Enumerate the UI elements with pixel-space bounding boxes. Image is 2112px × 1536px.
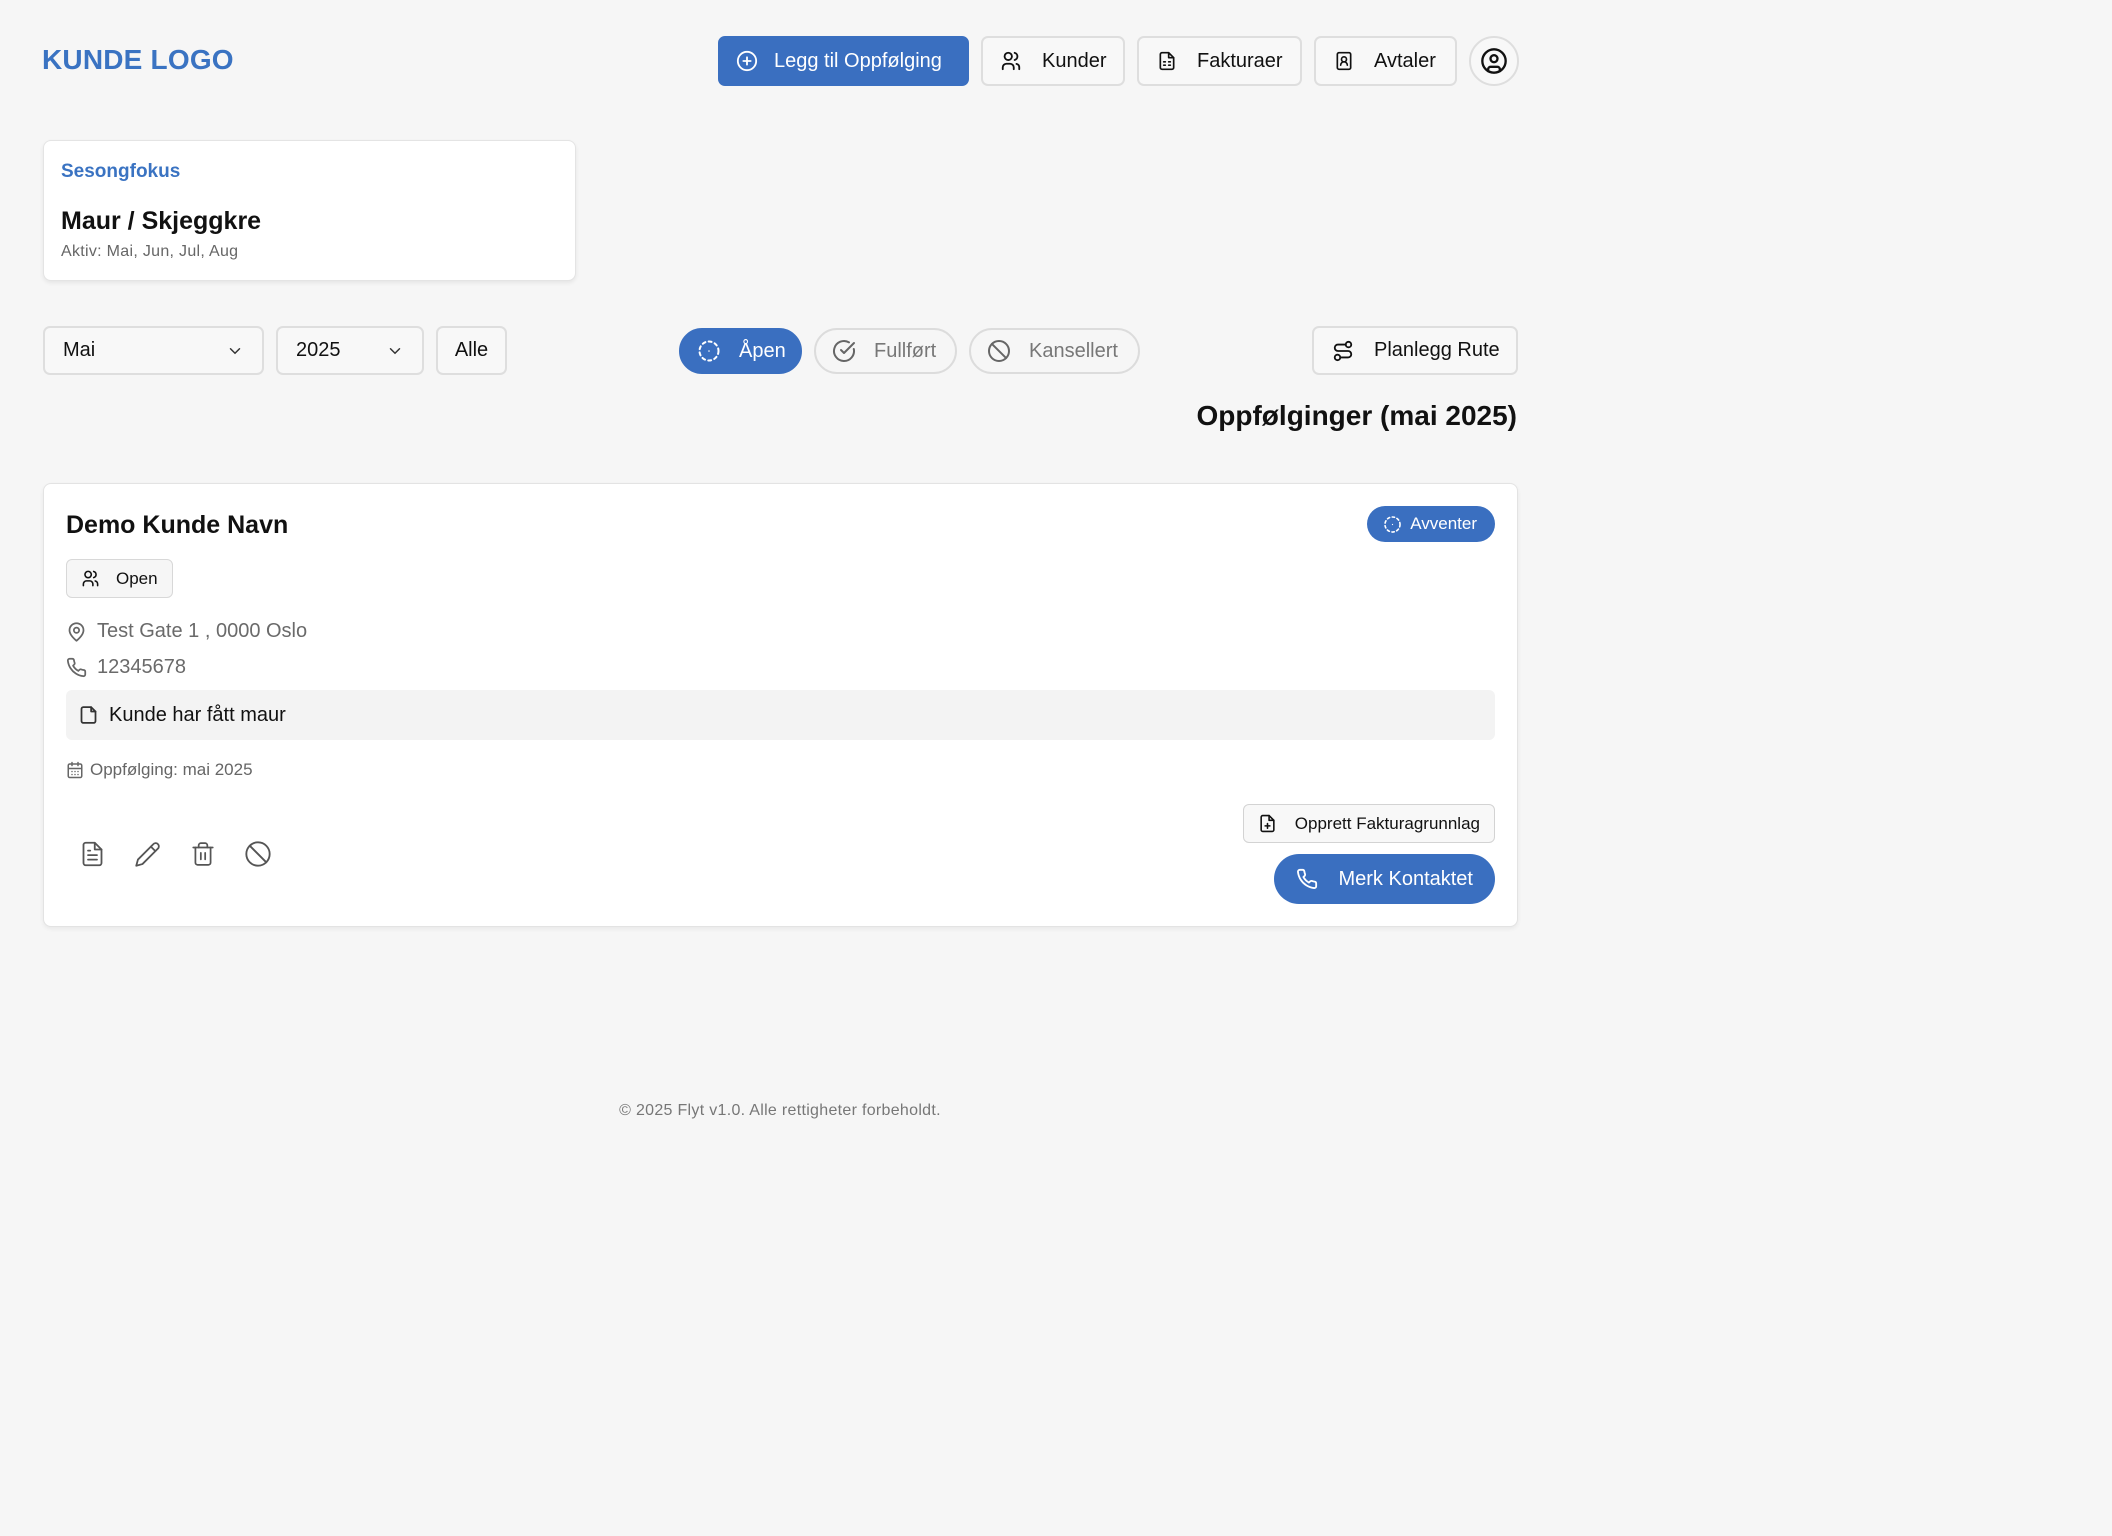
add-followup-label: Legg til Oppfølging [774,49,942,72]
year-select[interactable]: 2025 [276,326,424,375]
user-circle-icon [1480,47,1508,75]
edit-button[interactable] [132,839,162,869]
customer-name[interactable]: Demo Kunde Navn [66,511,288,540]
loader-circle-icon [697,339,721,363]
plan-route-button[interactable]: Planlegg Rute [1312,326,1518,375]
footer-copyright: © 2025 Flyt v1.0. Alle rettigheter forbe… [619,1102,941,1119]
users-icon [81,569,100,588]
phone-row: 12345678 [66,656,186,679]
users-icon [1000,50,1022,72]
customers-button[interactable]: Kunder [981,36,1125,86]
agreements-label: Avtaler [1374,49,1436,72]
year-select-value: 2025 [296,339,341,361]
plus-circle-icon [736,50,758,72]
customer-type-tag: Open [66,559,173,598]
trash-icon [190,840,216,868]
mark-contacted-button[interactable]: Merk Kontaktet [1274,854,1495,904]
file-text-icon [79,840,106,868]
agreements-button[interactable]: Avtaler [1314,36,1457,86]
chevron-down-icon [226,342,244,360]
season-focus-label: Sesongfokus [61,161,181,182]
phone-icon [66,657,87,678]
route-icon [1332,340,1354,362]
status-filter-open[interactable]: Åpen [679,328,802,374]
map-pin-icon [66,621,87,643]
note-text: Kunde har fått maur [109,703,286,726]
file-icon [78,704,99,726]
plan-route-label: Planlegg Rute [1374,339,1500,361]
calendar-icon [66,761,84,779]
address-row: Test Gate 1 , 0000 Oslo [66,620,307,643]
status-filter-open-label: Åpen [739,339,786,362]
invoices-button[interactable]: Fakturaer [1137,36,1302,86]
status-filter-cancelled[interactable]: Kansellert [969,328,1140,374]
followup-date-row: Oppfølging: mai 2025 [66,760,253,780]
mark-contacted-label: Merk Kontaktet [1338,867,1473,890]
season-focus-title: Maur / Skjeggkre [61,207,262,235]
create-invoice-basis-label: Opprett Fakturagrunnlag [1294,813,1480,833]
season-focus-card: Sesongfokus Maur / Skjeggkre Aktiv: Mai,… [43,140,576,281]
all-filter-button[interactable]: Alle [436,326,507,375]
chevron-down-icon [386,342,404,360]
followups-heading: Oppfølginger (mai 2025) [1196,400,1518,431]
month-select-value: Mai [63,339,96,361]
phone-icon [1296,868,1318,890]
address-text: Test Gate 1 , 0000 Oslo [97,620,308,642]
customers-label: Kunder [1042,49,1107,72]
status-filter-cancelled-label: Kansellert [1029,339,1118,362]
status-filter-done[interactable]: Fullført [814,328,957,374]
followup-date-text: Oppfølging: mai 2025 [90,760,253,779]
season-active-months: Aktiv: Mai, Jun, Jul, Aug [61,243,239,260]
pencil-icon [134,841,161,868]
loader-circle-icon [1383,515,1402,534]
phone-text: 12345678 [97,656,186,678]
user-menu-button[interactable] [1469,36,1519,86]
create-invoice-basis-button[interactable]: Opprett Fakturagrunnlag [1242,804,1495,843]
file-text-icon [1157,50,1177,72]
invoices-label: Fakturaer [1197,49,1283,72]
file-plus-icon [1258,813,1277,834]
contact-book-icon [1334,50,1354,72]
note-box: Kunde har fått maur [66,690,1495,740]
status-badge: Avventer [1367,506,1495,542]
cancel-followup-button[interactable] [243,839,273,869]
brand-logo[interactable]: KUNDE LOGO [42,44,234,76]
followup-card: Demo Kunde Navn Avventer Open Test Gate … [43,483,1518,927]
delete-button[interactable] [188,839,218,869]
check-circle-icon [832,339,856,363]
ban-icon [987,339,1011,363]
add-followup-button[interactable]: Legg til Oppfølging [718,36,969,86]
status-filter-done-label: Fullført [874,339,937,362]
status-badge-label: Avventer [1410,514,1477,533]
customer-type-label: Open [116,568,158,588]
month-select[interactable]: Mai [43,326,264,375]
all-filter-label: Alle [454,339,489,361]
details-button[interactable] [77,839,107,869]
ban-icon [244,840,272,868]
